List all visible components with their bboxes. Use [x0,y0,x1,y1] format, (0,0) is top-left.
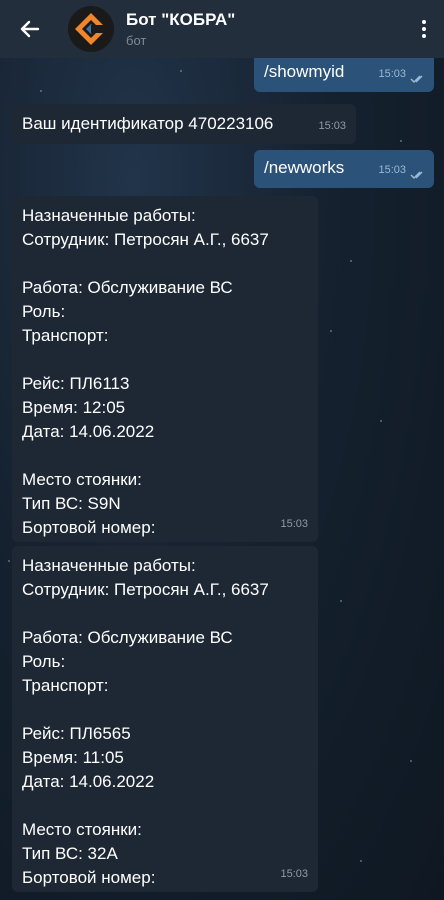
chat-subtitle: бот [126,32,147,48]
message-line: Сотрудник: Петросян А.Г., 6637 [22,580,269,599]
chat-header: Бот "КОБРА" бот [0,0,444,58]
message-line: Работа: Обслуживание ВС [22,628,233,647]
message-line [22,252,308,276]
incoming-message[interactable]: Ваш идентификатор 470223106 15:03 [12,104,356,144]
message-line: Назначенные работы: [22,556,196,575]
message-line: Рейс: ПЛ6565 [22,724,131,743]
chat-title: Бот "КОБРА" [126,9,236,29]
message-line [22,794,308,818]
message-line [22,348,308,372]
message-line: Работа: Обслуживание ВС [22,278,233,297]
message-line: Дата: 14.06.2022 [22,422,155,441]
incoming-message[interactable]: Назначенные работы: Сотрудник: Петросян … [12,196,318,542]
back-button[interactable] [0,0,60,58]
message-time: 15:03 [318,120,346,132]
message-text: /newworks [264,158,345,177]
chat-title-block[interactable]: Бот "КОБРА" бот [126,10,404,49]
message-line: Тип ВС: 32А [22,844,118,863]
message-text: Ваш идентификатор 470223106 [22,114,274,133]
message-time: 15:03 [378,164,406,176]
message-line [22,444,308,468]
outgoing-message[interactable]: /showmyid 15:03 [254,58,434,92]
message-line: Тип ВС: S9N [22,494,121,513]
message-line: Сотрудник: Петросян А.Г., 6637 [22,230,269,249]
message-line: Дата: 14.06.2022 [22,772,155,791]
message-time: 15:03 [378,68,406,80]
read-checkmarks-icon [410,75,423,84]
message-line [22,602,308,626]
message-line: Место стоянки: [22,470,142,489]
message-line: Бортовой номер: [22,518,156,537]
message-line: Роль: [22,652,66,671]
message-line: Время: 12:05 [22,398,126,417]
back-arrow-icon [20,20,40,38]
outgoing-message[interactable]: /newworks 15:03 [254,150,434,188]
message-time: 15:03 [280,518,308,530]
message-body: Назначенные работы: Сотрудник: Петросян … [22,554,308,890]
message-body: Назначенные работы: Сотрудник: Петросян … [22,204,308,540]
more-vertical-icon [422,20,426,38]
incoming-message[interactable]: Назначенные работы: Сотрудник: Петросян … [12,546,318,892]
message-line: Роль: [22,302,66,321]
message-line [22,698,308,722]
bot-avatar[interactable] [68,6,114,52]
message-line: Транспорт: [22,676,109,695]
message-time: 15:03 [280,868,308,880]
message-line: Назначенные работы: [22,206,196,225]
message-line: Рейс: ПЛ6113 [22,374,130,393]
message-text: /showmyid [264,62,345,81]
read-checkmarks-icon [410,171,423,180]
message-line: Место стоянки: [22,820,142,839]
kobra-logo-icon [75,13,107,45]
menu-button[interactable] [404,0,444,58]
message-line: Время: 11:05 [22,748,124,767]
message-line: Бортовой номер: [22,868,156,887]
message-line: Транспорт: [22,326,109,345]
